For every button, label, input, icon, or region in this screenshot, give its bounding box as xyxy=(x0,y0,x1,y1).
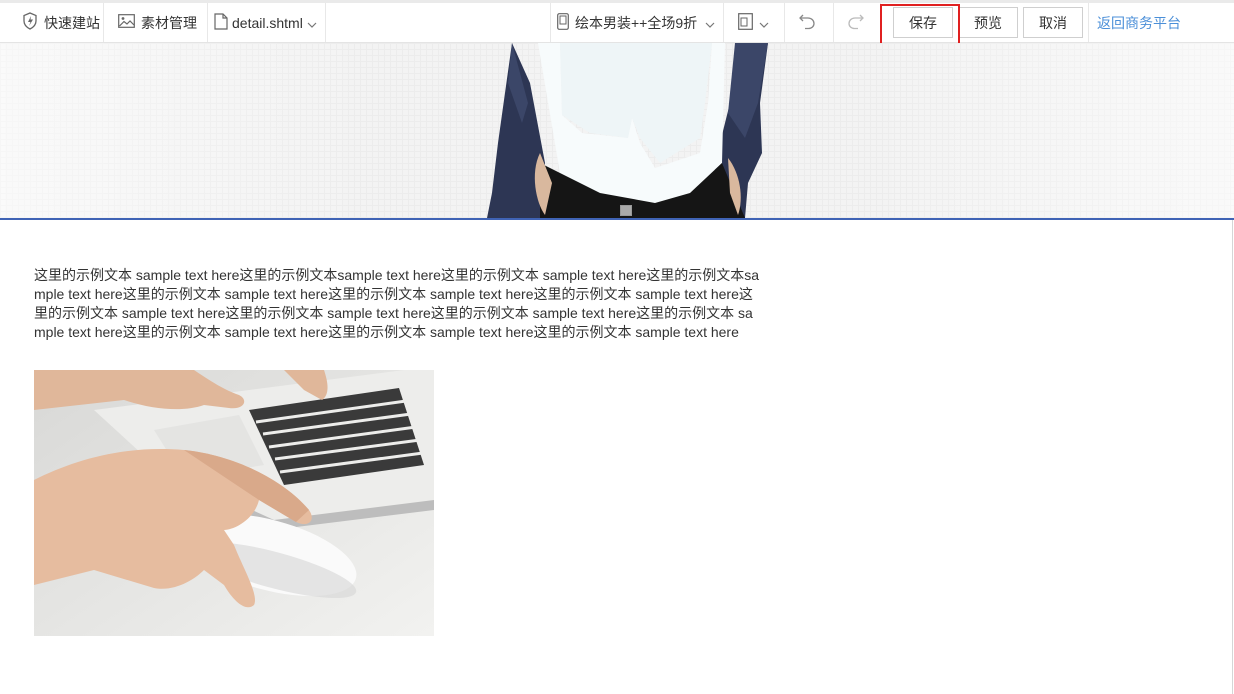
material-manage-label: 素材管理 xyxy=(141,14,197,31)
cancel-button[interactable]: 取消 xyxy=(1023,7,1083,38)
laptop-mouse-photo xyxy=(34,370,434,636)
editor-toolbar: 快速建站 素材管理 detail.shtml 绘本男装++全场9折 保存 预览 … xyxy=(0,0,1234,43)
toolbar-divider xyxy=(325,3,326,42)
banner-image xyxy=(0,43,1234,218)
back-to-platform-link[interactable]: 返回商务平台 xyxy=(1097,3,1181,42)
toolbar-divider xyxy=(1088,3,1089,42)
redo-button[interactable] xyxy=(847,3,865,42)
preview-button[interactable]: 预览 xyxy=(958,7,1018,38)
toolbar-divider xyxy=(550,3,551,42)
page-selector[interactable]: 绘本男装++全场9折 xyxy=(557,3,715,42)
chevron-down-icon xyxy=(759,15,769,31)
quick-build-button[interactable]: 快速建站 xyxy=(22,3,100,42)
file-selector[interactable]: detail.shtml xyxy=(214,3,317,42)
device-selector[interactable] xyxy=(738,3,769,42)
mobile-page-icon xyxy=(557,12,569,33)
chevron-down-icon xyxy=(307,15,317,31)
file-icon xyxy=(214,12,228,33)
page-name: 绘本男装++全场9折 xyxy=(575,14,698,31)
chevron-down-icon xyxy=(705,15,715,31)
resize-handle[interactable] xyxy=(620,205,632,216)
quick-build-label: 快速建站 xyxy=(44,14,100,31)
toolbar-divider xyxy=(103,3,104,42)
fashion-model-illustration xyxy=(487,43,768,218)
undo-button[interactable] xyxy=(798,3,816,42)
sample-text-paragraph: 这里的示例文本 sample text here这里的示例文本sample te… xyxy=(34,267,760,340)
file-name: detail.shtml xyxy=(232,14,303,31)
toolbar-divider xyxy=(784,3,785,42)
material-manage-button[interactable]: 素材管理 xyxy=(118,3,197,42)
lightning-shield-icon xyxy=(22,12,38,33)
device-icon xyxy=(738,12,753,33)
toolbar-divider xyxy=(880,3,881,42)
save-button[interactable]: 保存 xyxy=(893,7,953,38)
banner-bottom-border xyxy=(0,218,1234,220)
toolbar-divider xyxy=(723,3,724,42)
toolbar-divider xyxy=(207,3,208,42)
redo-icon xyxy=(847,12,865,33)
undo-icon xyxy=(798,12,816,33)
canvas-right-border xyxy=(1232,220,1233,694)
toolbar-divider xyxy=(833,3,834,42)
image-icon xyxy=(118,14,135,31)
